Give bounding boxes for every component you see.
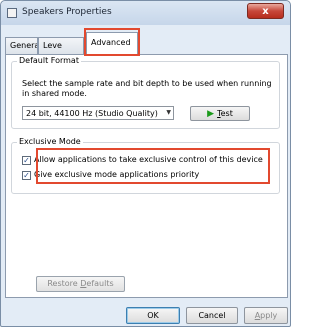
default-format-description: Select the sample rate and bit depth to … xyxy=(22,79,272,98)
default-format-group: Default Format Select the sample rate an… xyxy=(11,56,280,129)
format-dropdown[interactable]: 24 bit, 44100 Hz (Studio Quality) ▼ xyxy=(22,106,174,120)
restore-defaults-prefix: Restore xyxy=(47,279,81,288)
tab-levels[interactable]: Leve xyxy=(38,37,84,54)
tab-highlight-box xyxy=(84,28,140,56)
restore-defaults-suffix: efaults xyxy=(86,279,114,288)
tab-general[interactable]: General xyxy=(5,37,38,54)
default-format-label: Default Format xyxy=(17,56,81,65)
exclusive-mode-label: Exclusive Mode xyxy=(17,137,83,146)
cancel-button[interactable]: Cancel xyxy=(186,307,238,324)
title-bar: Speakers Properties x xyxy=(1,1,290,25)
checkbox-highlight-box xyxy=(36,148,270,184)
ok-button[interactable]: OK xyxy=(126,307,180,324)
speaker-icon xyxy=(7,8,17,18)
exclusive-priority-checkbox[interactable]: ✓ xyxy=(22,171,31,180)
apply-button-label: pply xyxy=(260,311,278,320)
close-button[interactable]: x xyxy=(247,3,284,19)
chevron-down-icon: ▼ xyxy=(166,109,171,116)
play-icon: ▶ xyxy=(207,109,215,119)
close-icon: x xyxy=(262,6,269,17)
test-button-label: est xyxy=(220,109,233,118)
apply-button[interactable]: Apply xyxy=(244,307,288,324)
restore-defaults-button[interactable]: Restore Defaults xyxy=(36,276,125,292)
test-button[interactable]: ▶ Test xyxy=(190,106,250,121)
format-dropdown-value: 24 bit, 44100 Hz (Studio Quality) xyxy=(26,109,158,118)
window-title: Speakers Properties xyxy=(22,7,112,17)
exclusive-control-checkbox[interactable]: ✓ xyxy=(22,156,31,165)
